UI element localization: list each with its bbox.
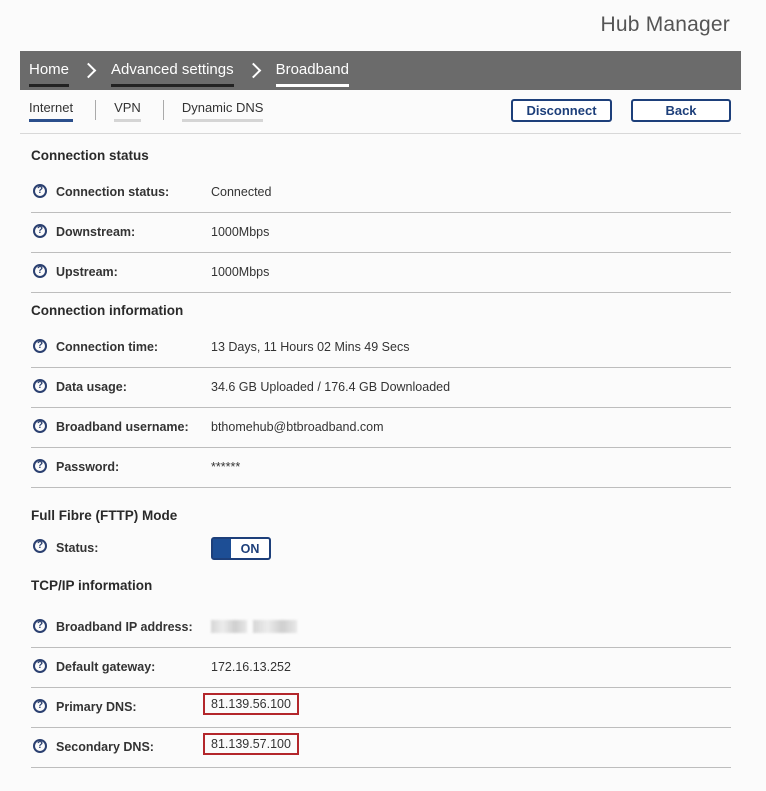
toggle-label: ON [240, 541, 260, 556]
redacted-block [253, 620, 297, 633]
question-circle-icon[interactable]: ? [33, 459, 47, 473]
row-value: 1000Mbps [211, 225, 270, 239]
row-default-gateway: ? Default gateway: 172.16.13.252 [31, 648, 731, 688]
row-upstream: ? Upstream: 1000Mbps [31, 253, 731, 293]
tab-divider [162, 100, 164, 120]
section-title-connection-information: Connection information [31, 303, 184, 318]
breadcrumb-home[interactable]: Home [29, 61, 70, 87]
question-circle-icon[interactable]: ? [33, 264, 47, 278]
row-label: Primary DNS: [56, 700, 137, 714]
section-title-fttp: Full Fibre (FTTP) Mode [31, 508, 178, 523]
question-circle-icon[interactable]: ? [33, 619, 47, 633]
row-value: Connected [211, 185, 272, 199]
row-data-usage: ? Data usage: 34.6 GB Uploaded / 176.4 G… [31, 368, 731, 408]
row-label: Connection status: [56, 185, 170, 199]
row-value: 34.6 GB Uploaded / 176.4 GB Downloaded [211, 380, 451, 394]
breadcrumb-advanced-settings[interactable]: Advanced settings [111, 61, 234, 87]
row-value: 1000Mbps [211, 265, 270, 279]
toggle-knob [213, 539, 231, 558]
question-circle-icon[interactable]: ? [33, 184, 47, 198]
row-label: Default gateway: [56, 660, 156, 674]
row-label: Downstream: [56, 225, 136, 239]
row-downstream: ? Downstream: 1000Mbps [31, 213, 731, 253]
row-password: ? Password: ****** [31, 448, 731, 488]
secondary-dns-value: 81.139.57.100 [203, 733, 299, 755]
tab-dynamic-dns[interactable]: Dynamic DNS [181, 100, 264, 122]
row-value: 13 Days, 11 Hours 02 Mins 49 Secs [211, 340, 410, 354]
row-value: 172.16.13.252 [211, 660, 291, 674]
row-value: ****** [211, 460, 241, 474]
back-button[interactable]: Back [631, 99, 731, 122]
row-label: Broadband IP address: [56, 620, 193, 634]
question-circle-icon[interactable]: ? [33, 699, 47, 713]
tab-internet[interactable]: Internet [29, 100, 74, 122]
row-label: Status: [56, 541, 99, 555]
row-connection-status: ? Connection status: Connected [31, 173, 731, 213]
tab-vpn[interactable]: VPN [114, 100, 141, 122]
section-title-connection-status: Connection status [31, 148, 149, 163]
row-secondary-dns: ? Secondary DNS: 81.139.57.100 [31, 728, 731, 768]
row-value: bthomehub@btbroadband.com [211, 420, 384, 434]
question-circle-icon[interactable]: ? [33, 379, 47, 393]
fttp-toggle[interactable]: ON [211, 537, 271, 560]
row-label: Connection time: [56, 340, 159, 354]
breadcrumb-broadband[interactable]: Broadband [275, 61, 350, 87]
row-label: Broadband username: [56, 420, 189, 434]
disconnect-button[interactable]: Disconnect [511, 99, 612, 122]
row-label: Data usage: [56, 380, 127, 394]
row-label: Secondary DNS: [56, 740, 154, 754]
section-title-tcpip: TCP/IP information [31, 578, 153, 593]
row-connection-time: ? Connection time: 13 Days, 11 Hours 02 … [31, 328, 731, 368]
redacted-block [211, 620, 247, 633]
primary-dns-value: 81.139.56.100 [203, 693, 299, 715]
question-circle-icon[interactable]: ? [33, 659, 47, 673]
breadcrumb: Home Advanced settings Broadband [20, 51, 741, 90]
row-label: Upstream: [56, 265, 118, 279]
chevron-right-icon [245, 62, 261, 79]
subtabs: Internet VPN Dynamic DNS [29, 100, 264, 122]
question-circle-icon[interactable]: ? [33, 539, 47, 553]
question-circle-icon[interactable]: ? [33, 339, 47, 353]
question-circle-icon[interactable]: ? [33, 739, 47, 753]
question-circle-icon[interactable]: ? [33, 224, 47, 238]
redacted-ip-value [211, 620, 297, 633]
app-title: Hub Manager [600, 13, 730, 36]
row-label: Password: [56, 460, 120, 474]
chevron-right-icon [80, 62, 97, 79]
row-primary-dns: ? Primary DNS: 81.139.56.100 [31, 688, 731, 728]
tab-divider [95, 100, 97, 120]
question-circle-icon[interactable]: ? [33, 419, 47, 433]
row-fttp-status: ? Status: ON [31, 531, 731, 571]
divider [20, 133, 741, 134]
row-broadband-username: ? Broadband username: bthomehub@btbroadb… [31, 408, 731, 448]
row-broadband-ip: ? Broadband IP address: [31, 608, 731, 648]
